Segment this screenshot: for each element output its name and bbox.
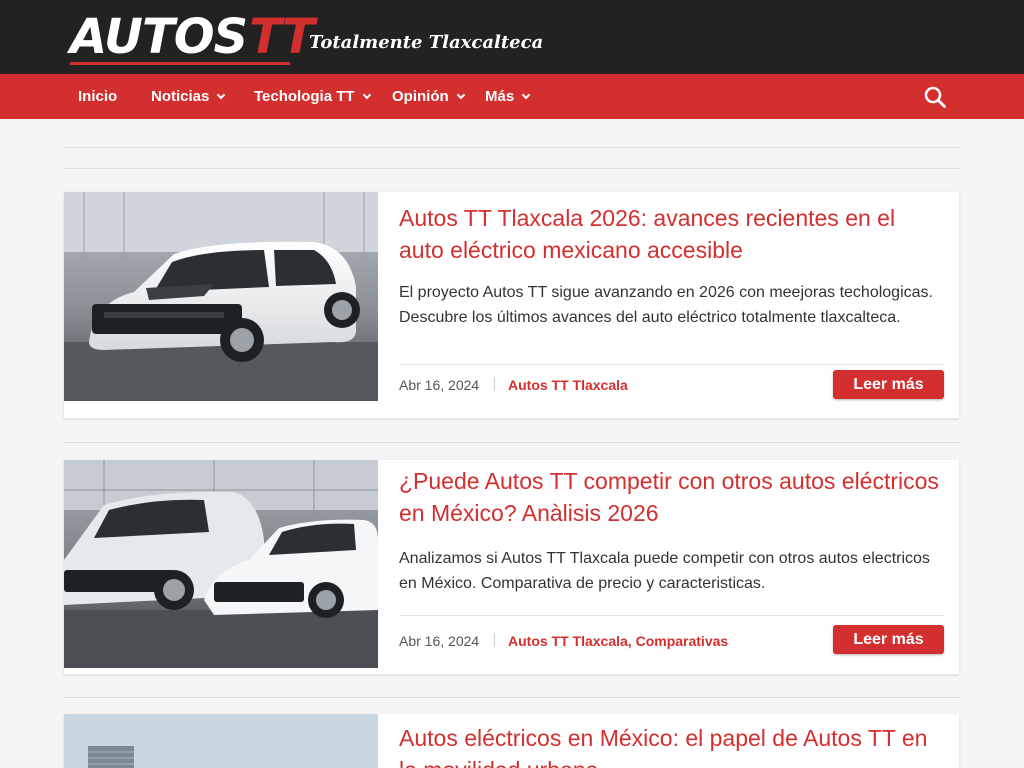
divider [64,442,960,443]
nav-item-label: Noticias [151,88,210,105]
read-more-button[interactable]: Leer más [833,625,944,654]
nav-item-label: Inicio [78,88,118,105]
post-card: Autos TT Tlaxcala 2026: avances reciente… [64,192,959,418]
chevron-down-icon [456,90,465,99]
post-excerpt: El proyecto Autos TT sigue avanzando en … [399,284,933,326]
nav-item-mas[interactable]: Más [485,74,531,119]
nav-item-opinion[interactable]: Opinión [392,74,465,119]
divider [64,697,960,698]
post-title[interactable]: Autos eléctricos en México: el papel de … [399,722,939,768]
site-logo[interactable]: AUTOS TT [70,9,315,65]
read-more-button[interactable]: Leer más [833,370,944,399]
post-title[interactable]: ¿Puede Autos TT competir con otros autos… [399,465,939,529]
nav-item-inicio[interactable]: Inicio [78,74,117,119]
post-meta-divider [399,364,944,365]
logo-accent-text: TT [249,9,315,65]
post-card: Autos eléctricos en México: el papel de … [64,714,959,768]
post-category-link[interactable]: Autos TT Tlaxcala [508,377,628,393]
search-icon[interactable] [924,86,946,108]
cars-photo [64,460,378,668]
site-tagline: Totalmente Tlaxcalteca [309,32,544,53]
logo-main-text: AUTOS [70,9,248,65]
meta-separator [494,633,495,647]
post-image[interactable] [64,714,378,768]
meta-separator [494,377,495,391]
post-date: Abr 16, 2024 [399,377,480,393]
city-photo [64,714,378,768]
post-meta-divider [399,615,944,616]
nav-item-label: Opinión [392,88,449,105]
nav-item-noticias[interactable]: Noticias [151,74,226,119]
nav-item-label: Techologia TT [254,88,355,105]
post-excerpt: Analizamos si Autos TT Tlaxcala puede co… [399,550,930,592]
logo-underline [70,62,290,65]
divider [64,147,960,148]
post-title[interactable]: Autos TT Tlaxcala 2026: avances reciente… [399,202,939,266]
post-card: ¿Puede Autos TT competir con otros autos… [64,460,959,674]
post-image[interactable] [64,192,378,401]
chevron-down-icon [521,90,531,99]
chevron-down-icon [362,90,371,99]
post-date: Abr 16, 2024 [399,633,480,649]
chevron-down-icon [217,90,226,99]
nav-item-label: Más [485,88,515,105]
divider [64,168,960,169]
post-category-link[interactable]: Autos TT Tlaxcala, Comparativas [508,633,728,649]
car-photo [64,192,378,401]
post-image[interactable] [64,460,378,668]
nav-item-techologia[interactable]: Techologia TT [254,74,371,119]
